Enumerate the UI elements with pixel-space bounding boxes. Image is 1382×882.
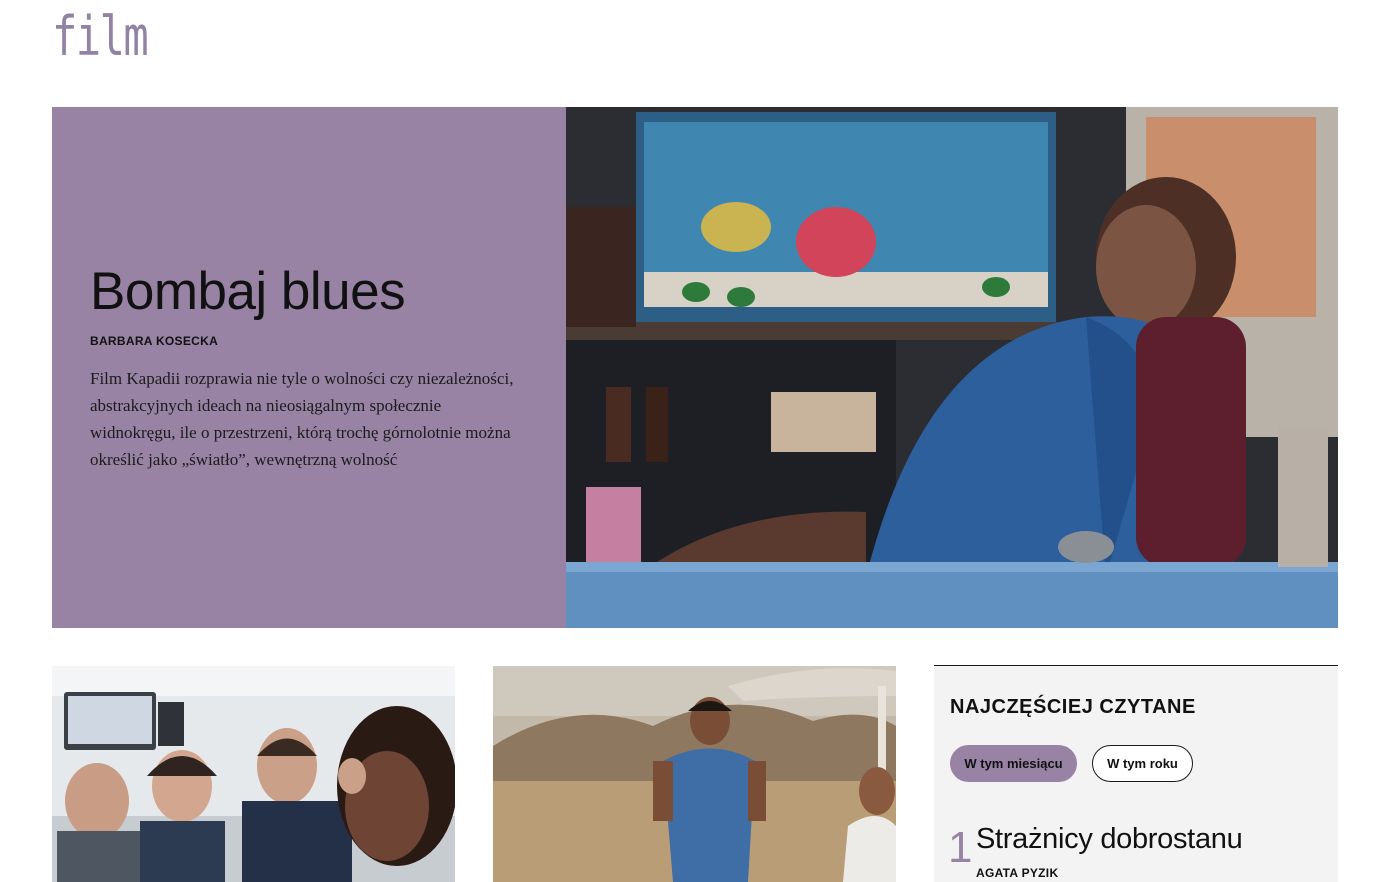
tab-this-month[interactable]: W tym miesiącu xyxy=(950,745,1077,782)
hero-image[interactable] xyxy=(566,107,1338,628)
hero-title[interactable]: Bombaj blues xyxy=(90,261,406,322)
article-card-image-2[interactable] xyxy=(493,666,896,882)
hero-author[interactable]: BARBARA KOSECKA xyxy=(90,334,218,348)
site-logo[interactable]: film xyxy=(52,10,149,64)
card-1-illustration xyxy=(52,666,455,882)
rank-number: 1 xyxy=(948,823,973,872)
most-read-item-author[interactable]: AGATA PYZIK xyxy=(976,866,1058,880)
most-read-item-title[interactable]: Strażnicy dobrostanu xyxy=(976,823,1243,856)
tab-this-year[interactable]: W tym roku xyxy=(1092,745,1193,782)
hero-article: Bombaj blues BARBARA KOSECKA Film Kapadi… xyxy=(52,107,1338,628)
hero-image-illustration xyxy=(566,107,1338,628)
most-read-heading: NAJCZĘŚCIEJ CZYTANE xyxy=(950,696,1196,718)
hero-lead: Film Kapadii rozprawia nie tyle o wolnoś… xyxy=(90,369,514,469)
card-2-illustration xyxy=(493,666,896,882)
most-read-panel: NAJCZĘŚCIEJ CZYTANE W tym miesiącu W tym… xyxy=(934,665,1338,882)
article-card-image-1[interactable] xyxy=(52,666,455,882)
hero-text-panel: Bombaj blues BARBARA KOSECKA Film Kapadi… xyxy=(52,107,566,628)
